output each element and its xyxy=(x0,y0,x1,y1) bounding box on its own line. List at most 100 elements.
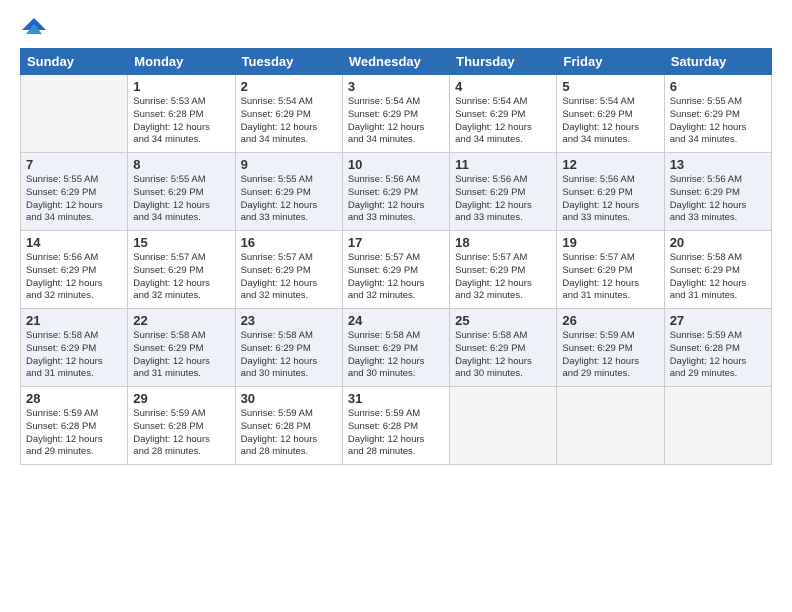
header-thursday: Thursday xyxy=(450,49,557,75)
calendar-cell: 24 Sunrise: 5:58 AM Sunset: 6:29 PM Dayli… xyxy=(342,309,449,387)
calendar-cell: 7 Sunrise: 5:55 AM Sunset: 6:29 PM Daylig… xyxy=(21,153,128,231)
calendar-cell: 20Sunrise: 5:58 AM Sunset: 6:29 PM Dayli… xyxy=(664,231,771,309)
day-number: 16 xyxy=(241,235,337,250)
logo xyxy=(20,16,46,38)
calendar-header-row: SundayMondayTuesdayWednesdayThursdayFrid… xyxy=(21,49,772,75)
day-info: Sunrise: 5:55 AM Sunset: 6:29 PM Dayligh… xyxy=(26,174,122,225)
day-info: Sunrise: 5:57 AM Sunset: 6:29 PM Dayligh… xyxy=(562,252,658,303)
day-info: Sunrise: 5:55 AM Sunset: 6:29 PM Dayligh… xyxy=(241,174,337,225)
day-info: Sunrise: 5:59 AM Sunset: 6:28 PM Dayligh… xyxy=(670,330,766,381)
day-number: 14 xyxy=(26,235,122,250)
header-saturday: Saturday xyxy=(664,49,771,75)
calendar-cell: 31 Sunrise: 5:59 AM Sunset: 6:28 PM Dayli… xyxy=(342,387,449,465)
day-number: 13 xyxy=(670,157,766,172)
day-info: Sunrise: 5:57 AM Sunset: 6:29 PM Dayligh… xyxy=(455,252,551,303)
day-info: Sunrise: 5:56 AM Sunset: 6:29 PM Dayligh… xyxy=(26,252,122,303)
calendar-week-row: 14 Sunrise: 5:56 AM Sunset: 6:29 PM Dayli… xyxy=(21,231,772,309)
calendar-cell: 19 Sunrise: 5:57 AM Sunset: 6:29 PM Dayli… xyxy=(557,231,664,309)
calendar-cell: 14 Sunrise: 5:56 AM Sunset: 6:29 PM Dayli… xyxy=(21,231,128,309)
day-number: 26 xyxy=(562,313,658,328)
calendar-cell xyxy=(557,387,664,465)
logo-icon xyxy=(22,14,46,38)
calendar-cell: 5 Sunrise: 5:54 AM Sunset: 6:29 PM Daylig… xyxy=(557,75,664,153)
calendar-week-row: 1 Sunrise: 5:53 AM Sunset: 6:28 PM Daylig… xyxy=(21,75,772,153)
calendar-cell: 10Sunrise: 5:56 AM Sunset: 6:29 PM Dayli… xyxy=(342,153,449,231)
day-info: Sunrise: 5:57 AM Sunset: 6:29 PM Dayligh… xyxy=(133,252,229,303)
day-info: Sunrise: 5:56 AM Sunset: 6:29 PM Dayligh… xyxy=(562,174,658,225)
calendar-cell: 21 Sunrise: 5:58 AM Sunset: 6:29 PM Dayli… xyxy=(21,309,128,387)
day-info: Sunrise: 5:59 AM Sunset: 6:28 PM Dayligh… xyxy=(241,408,337,459)
day-number: 3 xyxy=(348,79,444,94)
day-number: 28 xyxy=(26,391,122,406)
day-number: 1 xyxy=(133,79,229,94)
calendar-cell: 9 Sunrise: 5:55 AM Sunset: 6:29 PM Daylig… xyxy=(235,153,342,231)
calendar-week-row: 7 Sunrise: 5:55 AM Sunset: 6:29 PM Daylig… xyxy=(21,153,772,231)
calendar-cell: 8Sunrise: 5:55 AM Sunset: 6:29 PM Daylig… xyxy=(128,153,235,231)
calendar-cell: 4Sunrise: 5:54 AM Sunset: 6:29 PM Daylig… xyxy=(450,75,557,153)
calendar-cell: 2Sunrise: 5:54 AM Sunset: 6:29 PM Daylig… xyxy=(235,75,342,153)
day-info: Sunrise: 5:54 AM Sunset: 6:29 PM Dayligh… xyxy=(562,96,658,147)
day-number: 19 xyxy=(562,235,658,250)
day-number: 29 xyxy=(133,391,229,406)
header-wednesday: Wednesday xyxy=(342,49,449,75)
day-info: Sunrise: 5:58 AM Sunset: 6:29 PM Dayligh… xyxy=(670,252,766,303)
day-info: Sunrise: 5:59 AM Sunset: 6:28 PM Dayligh… xyxy=(348,408,444,459)
day-number: 18 xyxy=(455,235,551,250)
calendar-cell: 25 Sunrise: 5:58 AM Sunset: 6:29 PM Dayli… xyxy=(450,309,557,387)
day-info: Sunrise: 5:56 AM Sunset: 6:29 PM Dayligh… xyxy=(670,174,766,225)
calendar-cell xyxy=(21,75,128,153)
day-info: Sunrise: 5:59 AM Sunset: 6:29 PM Dayligh… xyxy=(562,330,658,381)
day-number: 11 xyxy=(455,157,551,172)
calendar-cell: 13 Sunrise: 5:56 AM Sunset: 6:29 PM Dayli… xyxy=(664,153,771,231)
day-number: 9 xyxy=(241,157,337,172)
day-number: 5 xyxy=(562,79,658,94)
day-number: 25 xyxy=(455,313,551,328)
day-info: Sunrise: 5:55 AM Sunset: 6:29 PM Dayligh… xyxy=(133,174,229,225)
day-info: Sunrise: 5:55 AM Sunset: 6:29 PM Dayligh… xyxy=(670,96,766,147)
day-info: Sunrise: 5:58 AM Sunset: 6:29 PM Dayligh… xyxy=(348,330,444,381)
calendar-cell: 28 Sunrise: 5:59 AM Sunset: 6:28 PM Dayli… xyxy=(21,387,128,465)
calendar-cell: 29 Sunrise: 5:59 AM Sunset: 6:28 PM Dayli… xyxy=(128,387,235,465)
day-info: Sunrise: 5:56 AM Sunset: 6:29 PM Dayligh… xyxy=(455,174,551,225)
day-info: Sunrise: 5:54 AM Sunset: 6:29 PM Dayligh… xyxy=(348,96,444,147)
day-number: 23 xyxy=(241,313,337,328)
day-number: 2 xyxy=(241,79,337,94)
header-tuesday: Tuesday xyxy=(235,49,342,75)
calendar-cell: 17 Sunrise: 5:57 AM Sunset: 6:29 PM Dayli… xyxy=(342,231,449,309)
calendar-cell: 6 Sunrise: 5:55 AM Sunset: 6:29 PM Daylig… xyxy=(664,75,771,153)
day-number: 30 xyxy=(241,391,337,406)
calendar-cell xyxy=(664,387,771,465)
day-number: 21 xyxy=(26,313,122,328)
day-number: 12 xyxy=(562,157,658,172)
day-info: Sunrise: 5:59 AM Sunset: 6:28 PM Dayligh… xyxy=(133,408,229,459)
calendar-cell: 15 Sunrise: 5:57 AM Sunset: 6:29 PM Dayli… xyxy=(128,231,235,309)
day-number: 15 xyxy=(133,235,229,250)
header-sunday: Sunday xyxy=(21,49,128,75)
day-info: Sunrise: 5:53 AM Sunset: 6:28 PM Dayligh… xyxy=(133,96,229,147)
day-info: Sunrise: 5:57 AM Sunset: 6:29 PM Dayligh… xyxy=(241,252,337,303)
calendar-cell: 3 Sunrise: 5:54 AM Sunset: 6:29 PM Daylig… xyxy=(342,75,449,153)
day-number: 6 xyxy=(670,79,766,94)
calendar-week-row: 28 Sunrise: 5:59 AM Sunset: 6:28 PM Dayli… xyxy=(21,387,772,465)
calendar-cell: 26 Sunrise: 5:59 AM Sunset: 6:29 PM Dayli… xyxy=(557,309,664,387)
calendar-cell: 27Sunrise: 5:59 AM Sunset: 6:28 PM Dayli… xyxy=(664,309,771,387)
day-info: Sunrise: 5:58 AM Sunset: 6:29 PM Dayligh… xyxy=(455,330,551,381)
day-number: 10 xyxy=(348,157,444,172)
day-number: 17 xyxy=(348,235,444,250)
calendar-week-row: 21 Sunrise: 5:58 AM Sunset: 6:29 PM Dayli… xyxy=(21,309,772,387)
day-info: Sunrise: 5:58 AM Sunset: 6:29 PM Dayligh… xyxy=(26,330,122,381)
day-number: 22 xyxy=(133,313,229,328)
calendar-cell: 30 Sunrise: 5:59 AM Sunset: 6:28 PM Dayli… xyxy=(235,387,342,465)
calendar-table: SundayMondayTuesdayWednesdayThursdayFrid… xyxy=(20,48,772,465)
day-info: Sunrise: 5:59 AM Sunset: 6:28 PM Dayligh… xyxy=(26,408,122,459)
day-info: Sunrise: 5:57 AM Sunset: 6:29 PM Dayligh… xyxy=(348,252,444,303)
day-info: Sunrise: 5:58 AM Sunset: 6:29 PM Dayligh… xyxy=(133,330,229,381)
day-number: 31 xyxy=(348,391,444,406)
page: SundayMondayTuesdayWednesdayThursdayFrid… xyxy=(0,0,792,612)
calendar-cell: 22 Sunrise: 5:58 AM Sunset: 6:29 PM Dayli… xyxy=(128,309,235,387)
calendar-cell: 1 Sunrise: 5:53 AM Sunset: 6:28 PM Daylig… xyxy=(128,75,235,153)
day-number: 7 xyxy=(26,157,122,172)
day-number: 24 xyxy=(348,313,444,328)
day-info: Sunrise: 5:58 AM Sunset: 6:29 PM Dayligh… xyxy=(241,330,337,381)
day-number: 4 xyxy=(455,79,551,94)
